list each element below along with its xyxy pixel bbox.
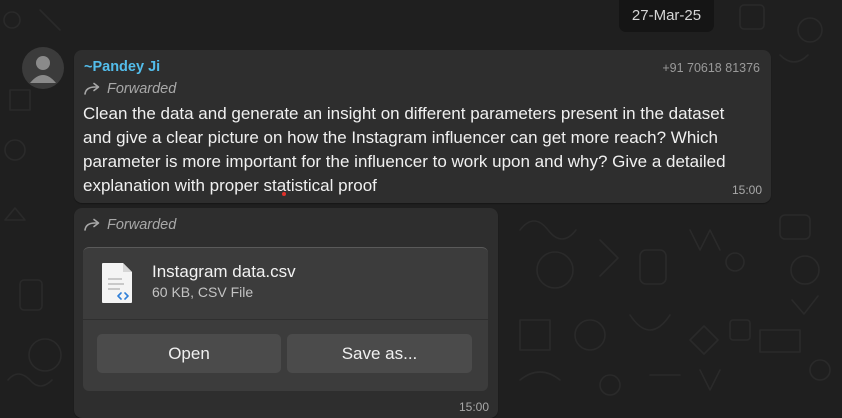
divider (83, 319, 488, 320)
date-separator: 27-Mar-25 (619, 0, 714, 32)
file-attachment-card[interactable]: Instagram data.csv 60 KB, CSV File Open … (83, 247, 488, 391)
sender-avatar[interactable] (22, 47, 64, 89)
forwarded-text: Forwarded (107, 217, 177, 233)
sender-phone: +91 70618 81376 (662, 61, 760, 75)
sender-name[interactable]: ~Pandey Ji (84, 59, 160, 75)
file-size-type: 60 KB, CSV File (152, 284, 254, 300)
message-time: 15:00 (458, 400, 489, 414)
forwarded-label: Forwarded (83, 81, 176, 97)
message-bubble-text[interactable]: ~Pandey Ji +91 70618 81376 Forwarded Cle… (74, 50, 771, 203)
forwarded-label: Forwarded (83, 217, 176, 233)
message-text: Clean the data and generate an insight o… (83, 104, 726, 195)
csv-file-icon (102, 263, 132, 303)
forwarded-text: Forwarded (107, 81, 177, 97)
message-time: 15:00 (731, 183, 762, 197)
file-name: Instagram data.csv (152, 262, 296, 281)
message-bubble-file[interactable]: Forwarded Instagram data.csv 60 KB, CSV … (74, 208, 498, 418)
cursor-marker (282, 192, 286, 196)
open-file-button[interactable]: Open (97, 334, 281, 373)
forward-arrow-icon (84, 82, 100, 95)
save-as-button[interactable]: Save as... (287, 334, 472, 373)
default-avatar-icon (30, 56, 56, 83)
forward-arrow-icon (84, 218, 100, 231)
